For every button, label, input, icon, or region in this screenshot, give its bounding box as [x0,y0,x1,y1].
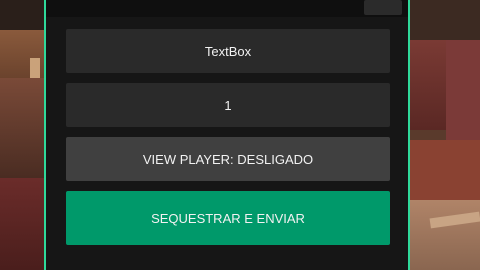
panel-titlebar[interactable] [46,0,408,17]
textbox-label: TextBox [204,43,252,59]
panel-minimize-button[interactable] [364,0,402,15]
amount-input[interactable]: 1 [66,83,390,127]
background-ceiling-left [0,0,46,30]
script-panel: TextBox 1 VIEW PLAYER: DESLIGADO SEQUEST… [44,0,410,270]
view-player-toggle-button[interactable]: VIEW PLAYER: DESLIGADO [66,137,390,181]
kidnap-and-send-label: SEQUESTRAR E ENVIAR [151,210,305,226]
view-player-toggle-label: VIEW PLAYER: DESLIGADO [142,151,314,167]
game-scene: TextBox 1 VIEW PLAYER: DESLIGADO SEQUEST… [0,0,480,270]
kidnap-and-send-button[interactable]: SEQUESTRAR E ENVIAR [66,191,390,245]
amount-value: 1 [224,97,232,113]
background-wall-left [0,78,46,178]
background-block [410,140,480,200]
player-name-textbox[interactable]: TextBox [66,29,390,73]
background-floor-left [0,178,46,270]
background-ceiling-right [410,0,480,40]
background-floor-right [410,200,480,270]
